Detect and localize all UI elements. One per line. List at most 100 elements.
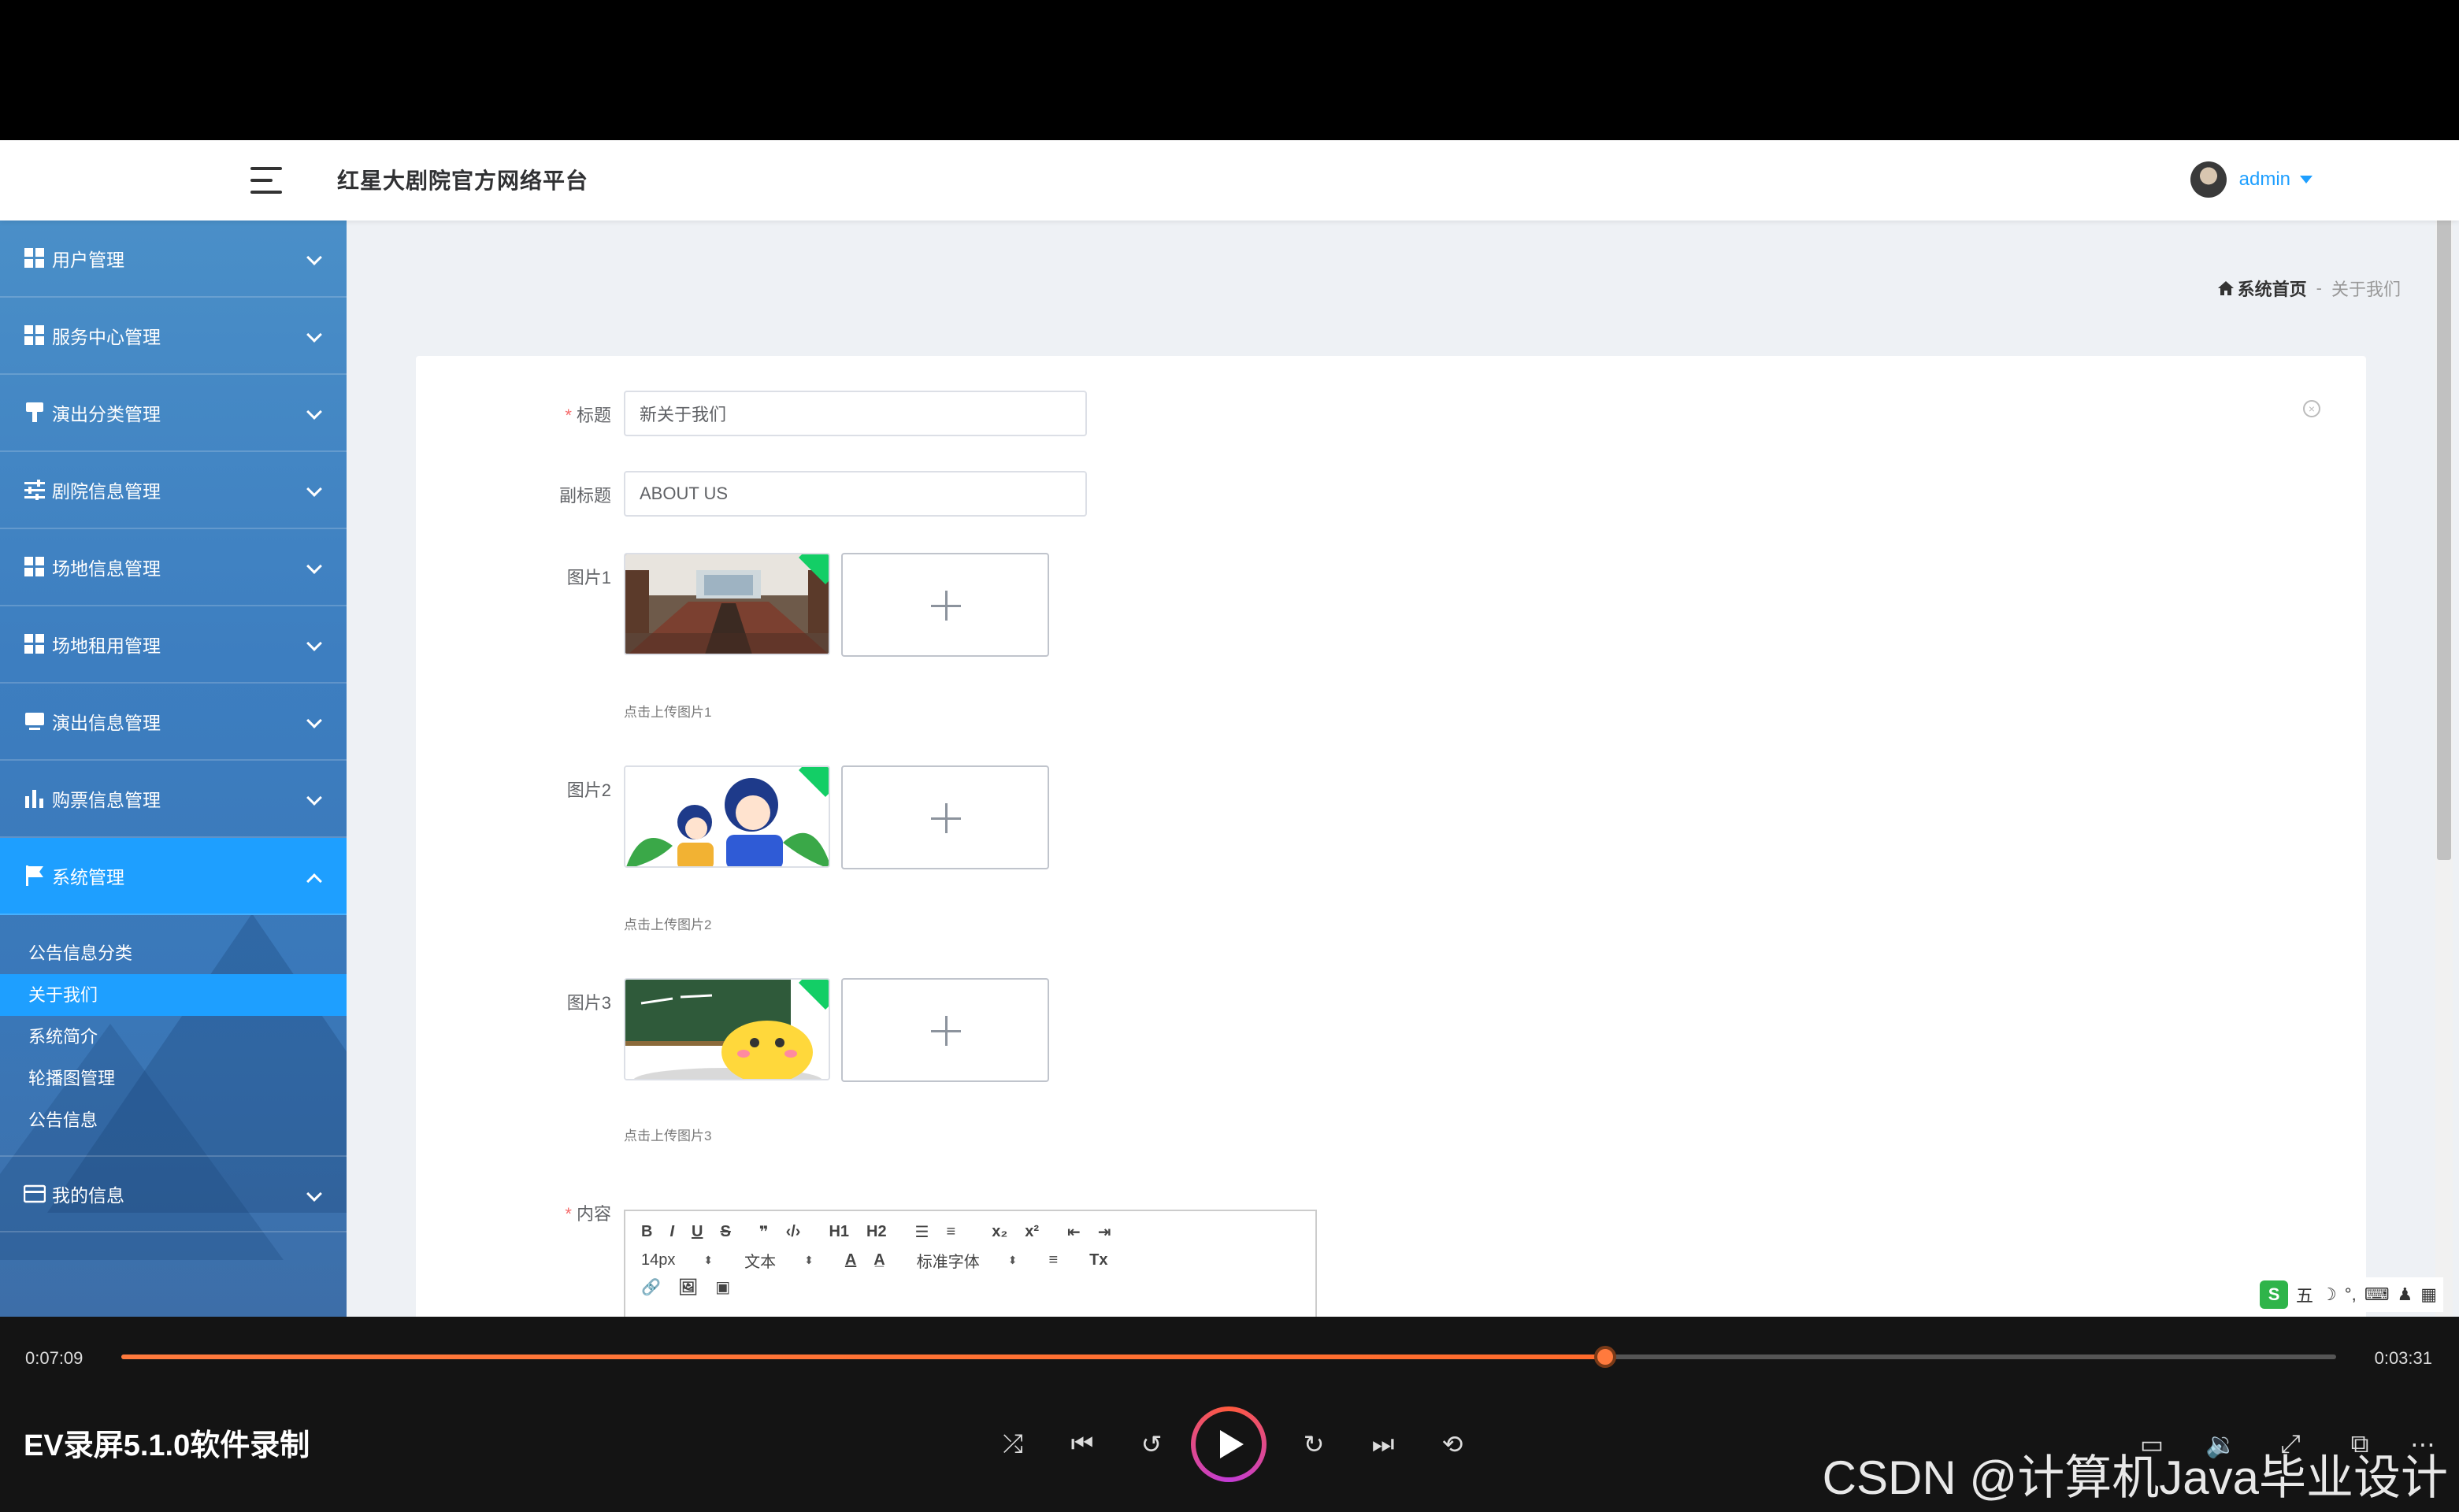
- ordered-list-button[interactable]: ☰: [915, 1222, 929, 1242]
- play-button[interactable]: [1191, 1406, 1267, 1482]
- submenu-item-about-us[interactable]: 关于我们: [0, 974, 347, 1016]
- monitor-icon: [24, 710, 46, 732]
- breadcrumb-home-label: 系统首页: [2237, 280, 2307, 299]
- next-icon[interactable]: ⏭: [1367, 1429, 1399, 1460]
- image3-thumbnail[interactable]: [624, 978, 830, 1080]
- previous-icon[interactable]: ⏮: [1066, 1429, 1098, 1460]
- form-card: × *标题 副标题 图片1: [416, 356, 2366, 1317]
- image2-upload-button[interactable]: [841, 765, 1049, 869]
- skin-icon[interactable]: ♟: [2397, 1284, 2413, 1305]
- sidebar-item-venue-rental[interactable]: 场地租用管理: [0, 606, 347, 684]
- image1-thumbnail[interactable]: [624, 553, 830, 655]
- bullet-list-button[interactable]: ≡: [947, 1223, 956, 1241]
- screen: 红星大剧院官方网络平台 admin 用户管理 服务中心管理 演出分类管理 剧院信…: [0, 0, 2459, 1512]
- progress-bar[interactable]: [121, 1346, 2336, 1368]
- font-size-value: 14px: [641, 1251, 676, 1269]
- system-submenu: 公告信息分类 关于我们 系统简介 轮播图管理 公告信息: [0, 915, 347, 1155]
- forward-30-icon[interactable]: ↻: [1298, 1429, 1330, 1460]
- chevron-down-icon: [306, 636, 322, 651]
- page-scrollbar[interactable]: [2435, 140, 2453, 1317]
- conference-room-image: [625, 554, 829, 654]
- image3-upload-button[interactable]: [841, 978, 1049, 1082]
- moon-icon[interactable]: ☽: [2321, 1284, 2337, 1305]
- strike-button[interactable]: S: [720, 1223, 730, 1241]
- sidebar-item-show-category[interactable]: 演出分类管理: [0, 375, 347, 452]
- subtitle-label: 副标题: [558, 486, 611, 506]
- sidebar-item-users[interactable]: 用户管理: [0, 220, 347, 298]
- subtitle-input[interactable]: [624, 471, 1087, 517]
- remaining-time: 0:03:31: [2374, 1348, 2432, 1368]
- sidebar-item-venue-info[interactable]: 场地信息管理: [0, 529, 347, 606]
- select-arrows-icon: ⬍: [1007, 1254, 1018, 1266]
- h1-button[interactable]: H1: [829, 1223, 849, 1241]
- font-size-select[interactable]: 14px ⬍: [641, 1251, 713, 1269]
- submenu-item-system-intro[interactable]: 系统简介: [0, 1016, 347, 1058]
- bold-button[interactable]: B: [641, 1223, 652, 1241]
- sidebar-item-system[interactable]: 系统管理: [0, 838, 347, 915]
- video-button[interactable]: ▣: [715, 1277, 730, 1297]
- plus-icon: [945, 803, 948, 833]
- editor-toolbar-row-2: 14px ⬍ 文本 ⬍ A A̲ 标准字体 ⬍ ≡ Tx: [641, 1249, 1126, 1272]
- submenu-item-notice-category[interactable]: 公告信息分类: [0, 932, 347, 974]
- video-player-bar: 0:07:09 0:03:31 EV录屏5.1.0软件录制 ⤮ ⏮ ↺ ↻ ⏭ …: [0, 1317, 2459, 1512]
- app-window: 红星大剧院官方网络平台 admin 用户管理 服务中心管理 演出分类管理 剧院信…: [0, 140, 2459, 1317]
- sidebar-item-service-center[interactable]: 服务中心管理: [0, 298, 347, 375]
- block-type-select[interactable]: 文本 ⬍: [744, 1249, 814, 1272]
- loop-icon[interactable]: ⟲: [1437, 1429, 1468, 1460]
- progress-knob[interactable]: [1594, 1346, 1617, 1368]
- chevron-down-icon: [306, 558, 322, 574]
- outdent-button[interactable]: ⇤: [1067, 1222, 1081, 1242]
- sidebar-item-my-info[interactable]: 我的信息: [0, 1155, 347, 1232]
- sliders-icon: [24, 479, 46, 501]
- font-family-select[interactable]: 标准字体 ⬍: [917, 1249, 1018, 1272]
- chevron-down-icon: [306, 404, 322, 420]
- submenu-item-notice[interactable]: 公告信息: [0, 1099, 347, 1141]
- play-icon: [1220, 1430, 1244, 1458]
- sidebar-item-show-info[interactable]: 演出信息管理: [0, 684, 347, 761]
- select-arrows-icon: ⬍: [703, 1254, 714, 1266]
- indent-button[interactable]: ⇥: [1098, 1222, 1111, 1242]
- shuffle-icon[interactable]: ⤮: [997, 1429, 1029, 1460]
- ime-logo[interactable]: S: [2260, 1280, 2289, 1309]
- sidebar-item-theater-info[interactable]: 剧院信息管理: [0, 452, 347, 529]
- title-input[interactable]: [624, 391, 1087, 436]
- scrollbar-thumb[interactable]: [2437, 151, 2451, 860]
- chevron-down-icon: [306, 1186, 322, 1202]
- bar-chart-icon: [24, 788, 46, 810]
- align-button[interactable]: ≡: [1048, 1251, 1058, 1269]
- caret-down-icon: [2300, 176, 2312, 183]
- link-button[interactable]: 🔗: [641, 1277, 661, 1297]
- required-mark: *: [565, 1204, 572, 1224]
- background-color-button[interactable]: A̲: [873, 1251, 885, 1269]
- image2-thumbnail[interactable]: [624, 765, 830, 868]
- ime-mode[interactable]: 五: [2296, 1282, 2313, 1307]
- sidebar-item-ticket-info[interactable]: 购票信息管理: [0, 761, 347, 838]
- clear-format-button[interactable]: Tx: [1089, 1251, 1107, 1269]
- blockquote-button[interactable]: ❞: [759, 1222, 769, 1242]
- plus-icon: [945, 591, 948, 621]
- close-icon[interactable]: ×: [2303, 400, 2320, 417]
- sidebar-item-label: 场地租用管理: [52, 636, 161, 656]
- underline-button[interactable]: U: [692, 1223, 703, 1241]
- sidebar-item-label: 服务中心管理: [52, 327, 161, 347]
- subscript-button[interactable]: x₂: [992, 1223, 1007, 1241]
- italic-button[interactable]: I: [669, 1223, 674, 1241]
- submenu-item-carousel[interactable]: 轮播图管理: [0, 1058, 347, 1099]
- menu-toggle-icon[interactable]: [250, 167, 282, 194]
- grid-icon: [24, 633, 46, 655]
- plus-icon: [945, 1016, 948, 1046]
- breadcrumb-home[interactable]: 系统首页: [2217, 276, 2307, 301]
- image1-upload-button[interactable]: [841, 553, 1049, 657]
- play-button-inner: [1196, 1411, 1262, 1477]
- superscript-button[interactable]: x²: [1025, 1223, 1039, 1241]
- font-color-button[interactable]: A: [845, 1251, 856, 1269]
- rewind-10-icon[interactable]: ↺: [1136, 1429, 1167, 1460]
- user-menu[interactable]: admin: [2190, 161, 2312, 198]
- punctuation-icon[interactable]: °,: [2345, 1284, 2357, 1305]
- code-block-button[interactable]: ‹/›: [786, 1223, 801, 1241]
- h2-button[interactable]: H2: [866, 1223, 887, 1241]
- ime-toolbar[interactable]: S 五 ☽ °, ⌨ ♟ ▦: [2253, 1277, 2443, 1312]
- image-button[interactable]: 🖼: [678, 1277, 698, 1297]
- keyboard-icon[interactable]: ⌨: [2364, 1284, 2390, 1305]
- menu-grid-icon[interactable]: ▦: [2420, 1284, 2437, 1305]
